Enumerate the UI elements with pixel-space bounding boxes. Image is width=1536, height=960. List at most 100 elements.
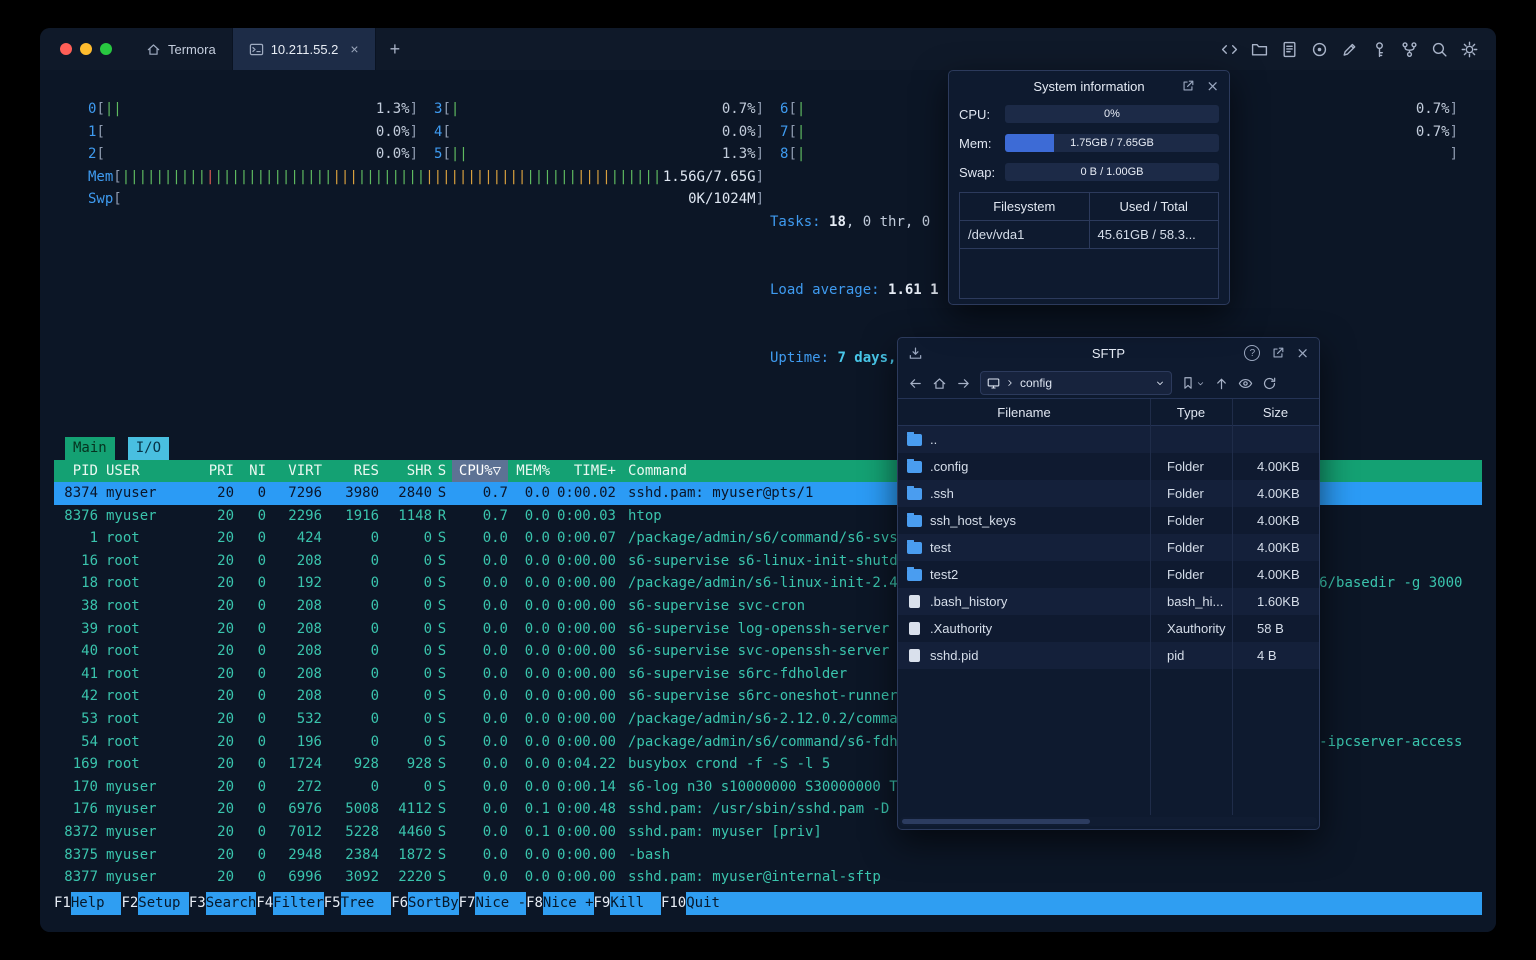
fs-col-used: Used / Total <box>1119 199 1188 214</box>
fork-icon[interactable] <box>1401 41 1418 58</box>
open-in-window-icon[interactable] <box>1181 79 1195 93</box>
fkey-button[interactable]: F1 Help <box>54 892 122 915</box>
bookmark-dropdown-icon[interactable] <box>1196 379 1205 388</box>
edit-icon[interactable] <box>1341 41 1358 58</box>
file-row[interactable]: ssh_host_keys Folder 4.00KB <box>898 507 1319 534</box>
htop-view-tab[interactable]: I/O <box>127 436 170 460</box>
fkey-button[interactable]: F9 Kill <box>594 892 661 915</box>
col-pri[interactable]: PRI <box>188 460 234 483</box>
col-virt[interactable]: VIRT <box>266 460 322 483</box>
file-row[interactable]: .bash_history bash_hi... 1.60KB <box>898 588 1319 615</box>
mem-usage-bar: 1.75GB / 7.65GB <box>1005 134 1219 152</box>
col-res[interactable]: RES <box>322 460 379 483</box>
folder-icon[interactable] <box>1251 41 1268 58</box>
new-tab-button[interactable]: + <box>376 28 415 70</box>
back-icon[interactable] <box>908 376 923 391</box>
file-table: Filename Type Size .. .config Folder 4.0… <box>898 398 1319 815</box>
breadcrumb-chevron-icon <box>1005 378 1015 388</box>
traffic-lights <box>40 28 130 70</box>
key-icon[interactable] <box>1371 41 1388 58</box>
fs-col-filesystem: Filesystem <box>960 193 1090 220</box>
col-state[interactable]: S <box>432 460 452 483</box>
minimize-window-button[interactable] <box>80 43 92 55</box>
col-shr[interactable]: SHR <box>379 460 432 483</box>
fkey-button[interactable]: F10 Quit <box>661 892 737 915</box>
file-type-icon <box>909 595 920 608</box>
settings-icon[interactable] <box>1461 41 1478 58</box>
fkey-button[interactable]: F4 Filter <box>256 892 324 915</box>
path-breadcrumb[interactable]: config <box>980 371 1172 395</box>
filesystem-row: /dev/vda1 45.61GB / 58.3... <box>960 221 1218 249</box>
fkey-button[interactable]: F6 SortBy <box>391 892 459 915</box>
home-icon <box>146 42 161 57</box>
home-icon[interactable] <box>932 376 947 391</box>
col-time[interactable]: TIME+ <box>550 460 616 483</box>
close-panel-icon[interactable]: × <box>1206 78 1219 94</box>
zoom-window-button[interactable] <box>100 43 112 55</box>
log-icon[interactable] <box>1281 41 1298 58</box>
col-user[interactable]: USER <box>106 460 188 483</box>
cpu-usage-row: CPU: 0% <box>959 105 1219 123</box>
app-window: Termora 10.211.55.2 × + 0[|| 1.3%] 3 [|… <box>40 28 1496 932</box>
close-window-button[interactable] <box>60 43 72 55</box>
cpu-meter: 2[0.0%] <box>88 146 418 163</box>
tab-termora-home[interactable]: Termora <box>130 28 232 70</box>
forward-icon[interactable] <box>956 376 971 391</box>
function-key-bar: F1 Help F2 Setup F3 Search F4 Filter F5 Tree … <box>54 892 1482 915</box>
file-row[interactable]: test2 Folder 4.00KB <box>898 561 1319 588</box>
file-type-icon <box>907 486 922 500</box>
scrollbar-thumb[interactable] <box>902 819 1090 824</box>
help-icon[interactable]: ? <box>1244 345 1261 361</box>
file-row[interactable]: test Folder 4.00KB <box>898 534 1319 561</box>
cpu-meter: 3[| 0.7%] <box>434 101 764 117</box>
cpu-meter: 0[|| 1.3%] <box>88 101 418 117</box>
sort-arrow-icon: ▽ <box>492 462 502 479</box>
col-mem[interactable]: MEM% <box>508 460 550 483</box>
filesystem-table: Filesystem Used / Total /dev/vda1 45.61G… <box>959 192 1219 299</box>
fkey-button[interactable]: F3 Search <box>189 892 257 915</box>
col-size[interactable]: Size <box>1232 399 1319 425</box>
swap-usage-bar: 0 B / 1.00GB <box>1005 163 1219 181</box>
file-row[interactable]: .Xauthority Xauthority 58 B <box>898 615 1319 642</box>
file-row[interactable]: .config Folder 4.00KB <box>898 453 1319 480</box>
htop-view-tab[interactable]: Main <box>65 436 115 460</box>
file-row[interactable]: sshd.pid pid 4 B <box>898 642 1319 669</box>
process-row[interactable]: 8377 myuser 20 0 6996 3092 2220 S 0.0 0.… <box>54 866 1482 889</box>
sftp-toolbar: config <box>898 368 1319 398</box>
system-information-panel: System information × CPU: 0% Mem: 1.75GB… <box>948 70 1230 305</box>
file-list: .. .config Folder 4.00KB .ssh Folder 4.0 <box>898 426 1319 669</box>
title-toolbar <box>1221 28 1496 70</box>
file-row[interactable]: .ssh Folder 4.00KB <box>898 480 1319 507</box>
search-icon[interactable] <box>1431 41 1448 58</box>
file-row[interactable]: .. <box>898 426 1319 453</box>
transfers-icon[interactable] <box>908 346 923 361</box>
process-row[interactable]: 8375 myuser 20 0 2948 2384 1872 S 0.0 0.… <box>54 844 1482 867</box>
col-type[interactable]: Type <box>1150 399 1232 425</box>
record-icon[interactable] <box>1311 41 1328 58</box>
open-in-window-icon[interactable] <box>1271 346 1285 360</box>
path-dropdown-icon[interactable] <box>1155 378 1165 388</box>
col-ni[interactable]: NI <box>234 460 266 483</box>
col-pid[interactable]: PID <box>54 460 98 483</box>
col-filename[interactable]: Filename <box>898 399 1150 425</box>
fkey-button[interactable]: F7 Nice - <box>459 892 527 915</box>
parent-directory-icon[interactable] <box>1214 376 1229 391</box>
session-tab-label: 10.211.55.2 <box>270 41 339 57</box>
close-tab-icon[interactable]: × <box>350 42 358 56</box>
file-type-icon <box>909 622 920 635</box>
refresh-icon[interactable] <box>1262 376 1277 391</box>
tab-bar: Termora 10.211.55.2 × + <box>40 28 1496 71</box>
horizontal-scrollbar[interactable] <box>900 817 1317 826</box>
fkey-button[interactable]: F5 Tree <box>324 892 392 915</box>
show-hidden-eye-icon[interactable] <box>1238 376 1253 391</box>
col-cpu-sort[interactable]: CPU%▽ <box>452 459 508 483</box>
bookmark-icon[interactable] <box>1181 376 1195 390</box>
current-directory: config <box>1020 376 1053 390</box>
fkey-button[interactable]: F2 Setup <box>121 892 189 915</box>
sftp-panel: SFTP ? × config Filename Type Size .. .c… <box>897 337 1320 830</box>
tab-session[interactable]: 10.211.55.2 × <box>231 28 376 70</box>
close-panel-icon[interactable]: × <box>1296 345 1309 361</box>
code-icon[interactable] <box>1221 41 1238 58</box>
fkey-button[interactable]: F8 Nice + <box>526 892 594 915</box>
file-type-icon <box>907 459 922 473</box>
